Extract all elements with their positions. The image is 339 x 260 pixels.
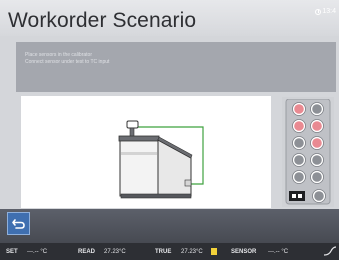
terminal-grey (314, 191, 324, 201)
calibrator-stripe (121, 152, 157, 155)
title-bar: Workorder Scenario 13:4 (0, 0, 339, 36)
clock-icon (315, 8, 322, 15)
connector-terminals (285, 99, 331, 205)
read-value: 27.23°C (104, 249, 126, 255)
workorder-screen: Workorder Scenario 13:4 Place sensors in… (0, 0, 339, 260)
terminal-grey (312, 104, 322, 114)
jack-pin (292, 194, 296, 198)
clock: 13:4 (315, 8, 336, 15)
terminal-grey (312, 155, 322, 165)
clock-time: 13:4 (322, 8, 336, 15)
terminal-red (312, 138, 322, 148)
action-bar (0, 209, 339, 243)
set-value: ---.-- °C (27, 249, 48, 255)
instruction-line-2: Connect sensor under test to TC input (25, 59, 110, 65)
set-label: SET (6, 249, 18, 255)
sensor-head (126, 120, 139, 129)
trend-curve-icon (323, 246, 337, 256)
sensor-value: ---.-- °C (268, 249, 289, 255)
read-label: READ (78, 249, 96, 255)
calibrator-illustration (21, 96, 271, 208)
true-label: TRUE (155, 249, 172, 255)
tc-input-jack (184, 179, 192, 187)
sensor-label: SENSOR (231, 249, 257, 255)
page-title: Workorder Scenario (8, 9, 197, 32)
back-arrow-icon (11, 218, 25, 229)
jack-pin (298, 194, 302, 198)
calibrator-front (119, 139, 159, 197)
terminal-red (294, 121, 304, 131)
true-value: 27.23°C (181, 249, 203, 255)
terminal-grey (294, 138, 304, 148)
calibrator-base (120, 193, 192, 199)
calibrator-drawing (118, 120, 204, 199)
instruction-line-1: Place sensors in the calibrator (25, 52, 92, 58)
status-bar: SET ---.-- °C READ 27.23°C TRUE 27.23°C … (0, 243, 339, 260)
terminal-red (294, 104, 304, 114)
true-stable-indicator (211, 248, 217, 255)
terminal-grey (294, 155, 304, 165)
back-button[interactable] (7, 212, 30, 235)
connector-jack (289, 191, 305, 201)
connector-panel (282, 97, 334, 207)
calibrator-top (118, 135, 160, 142)
terminal-grey (294, 172, 304, 182)
instruction-panel: Place sensors in the calibrator Connect … (16, 42, 336, 92)
terminal-red (312, 121, 322, 131)
terminal-grey (312, 172, 322, 182)
